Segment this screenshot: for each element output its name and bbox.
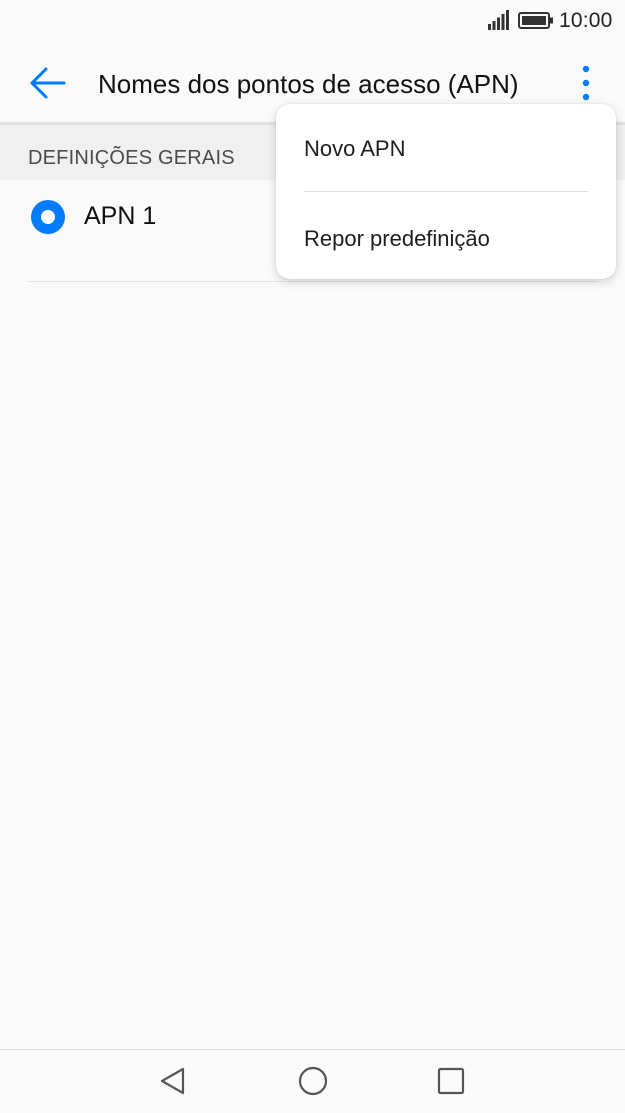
menu-item-label: Repor predefinição — [304, 226, 490, 251]
status-time: 10:00 — [559, 9, 613, 32]
section-header-label: DEFINIÇÕES GERAIS — [28, 147, 235, 169]
menu-item-reset-default[interactable]: Repor predefinição — [276, 192, 616, 279]
battery-icon — [518, 12, 553, 29]
home-circle-icon[interactable] — [296, 1064, 330, 1098]
back-button[interactable] — [22, 62, 74, 104]
menu-item-label: Novo APN — [304, 136, 406, 161]
more-vertical-icon — [582, 65, 590, 101]
signal-icon — [488, 10, 509, 30]
list-divider — [28, 281, 597, 282]
more-options-button[interactable] — [572, 62, 600, 106]
apn-label: APN 1 — [84, 202, 157, 230]
back-triangle-icon[interactable] — [156, 1064, 190, 1098]
overflow-menu: Novo APN Repor predefinição — [276, 104, 616, 279]
recents-square-icon[interactable] — [434, 1064, 468, 1098]
radio-selected-icon[interactable] — [31, 200, 65, 234]
navigation-bar — [0, 1049, 625, 1113]
menu-item-new-apn[interactable]: Novo APN — [276, 104, 616, 191]
page-title: Nomes dos pontos de acesso (APN) — [98, 69, 519, 99]
arrow-left-icon — [30, 67, 66, 99]
status-bar: 10:00 — [0, 0, 625, 42]
